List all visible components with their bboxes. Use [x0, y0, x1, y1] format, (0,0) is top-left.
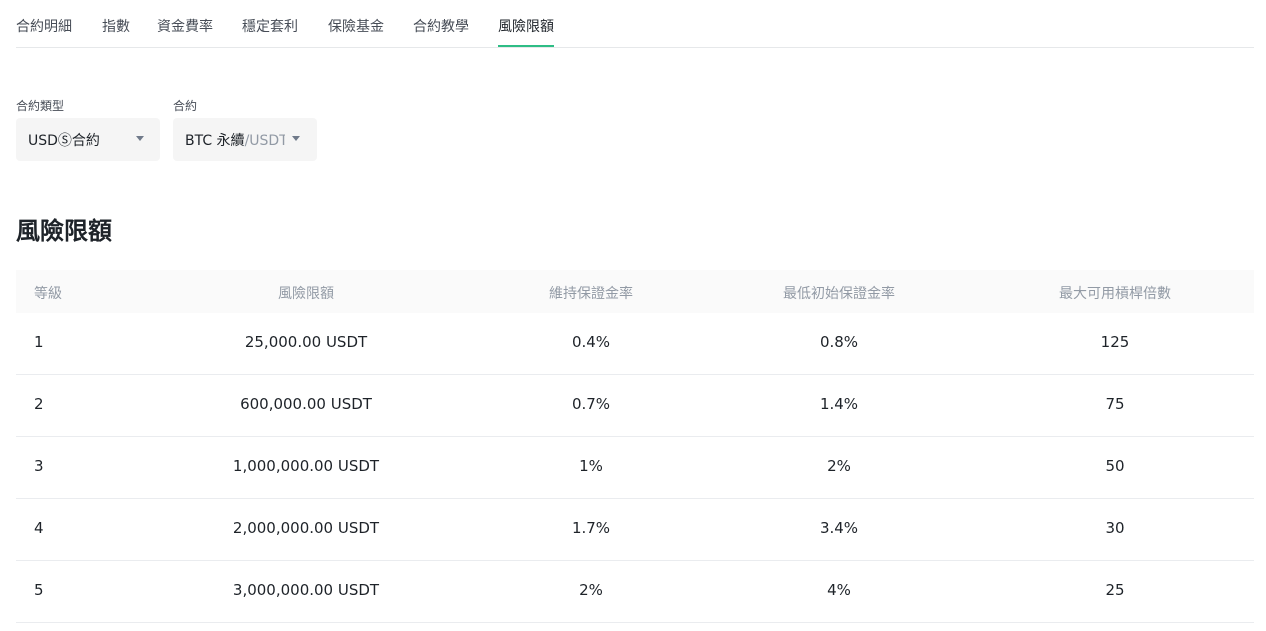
tab-bar: 合約明細 指數 資金費率 穩定套利 保險基金 合約教學 風險限額 — [16, 0, 1254, 48]
cell-min-initial-margin-rate: 4% — [827, 581, 851, 599]
contract-type-select[interactable]: USDⓈ合約 — [16, 118, 160, 161]
cell-max-leverage: 75 — [1105, 395, 1125, 413]
cell-maintenance-margin-rate: 0.4% — [571, 333, 611, 351]
table-row: 4 2,000,000.00 USDT 1.7% 3.4% 30 — [16, 499, 1254, 561]
cell-max-leverage: 30 — [1105, 519, 1125, 537]
cell-maintenance-margin-rate: 1.7% — [571, 519, 611, 537]
table-row: 5 3,000,000.00 USDT 2% 4% 25 — [16, 561, 1254, 623]
cell-risk-limit: 1,000,000.00 USDT — [232, 457, 380, 475]
header-max-leverage: 最大可用槓桿倍數 — [1059, 286, 1171, 302]
contract-type-value: USDⓈ合約 — [28, 133, 100, 149]
tab-contract-details[interactable]: 合約明細 — [16, 16, 72, 47]
contract-value-main: BTC 永續 — [185, 133, 245, 149]
contract-label: 合約 — [173, 99, 198, 113]
cell-level: 5 — [34, 581, 44, 599]
cell-maintenance-margin-rate: 2% — [579, 581, 603, 599]
cell-level: 4 — [34, 519, 44, 537]
cell-risk-limit: 3,000,000.00 USDT — [232, 581, 380, 599]
cell-min-initial-margin-rate: 2% — [827, 457, 851, 475]
header-min-initial-margin-rate: 最低初始保證金率 — [783, 286, 895, 302]
cell-maintenance-margin-rate: 1% — [579, 457, 603, 475]
table-row: 3 1,000,000.00 USDT 1% 2% 50 — [16, 437, 1254, 499]
table-row: 1 25,000.00 USDT 0.4% 0.8% 125 — [16, 313, 1254, 375]
tab-index[interactable]: 指數 — [102, 16, 130, 47]
cell-min-initial-margin-rate: 0.8% — [819, 333, 859, 351]
risk-limit-table: 等級 風險限額 維持保證金率 最低初始保證金率 最大可用槓桿倍數 1 25,00… — [16, 270, 1254, 623]
tab-risk-limit[interactable]: 風險限額 — [498, 16, 554, 47]
contract-select[interactable]: BTC 永續/USDT — [173, 118, 317, 161]
cell-max-leverage: 125 — [1100, 333, 1130, 351]
tab-funding-rate[interactable]: 資金費率 — [157, 16, 213, 47]
table-row: 2 600,000.00 USDT 0.7% 1.4% 75 — [16, 375, 1254, 437]
cell-risk-limit: 2,000,000.00 USDT — [232, 519, 380, 537]
caret-down-icon — [136, 136, 144, 141]
cell-level: 3 — [34, 457, 44, 475]
header-level: 等級 — [34, 286, 62, 302]
cell-level: 2 — [34, 395, 44, 413]
cell-level: 1 — [34, 333, 44, 351]
cell-maintenance-margin-rate: 0.7% — [571, 395, 611, 413]
contract-type-label: 合約類型 — [16, 99, 65, 113]
caret-down-icon — [292, 136, 300, 141]
cell-risk-limit: 25,000.00 USDT — [244, 333, 368, 351]
contract-value-suffix: /USDT — [244, 133, 285, 149]
cell-max-leverage: 25 — [1105, 581, 1125, 599]
tab-insurance-fund[interactable]: 保險基金 — [328, 16, 384, 47]
cell-min-initial-margin-rate: 1.4% — [819, 395, 859, 413]
section-title: 風險限額 — [16, 217, 112, 245]
cell-max-leverage: 50 — [1105, 457, 1125, 475]
cell-risk-limit: 600,000.00 USDT — [240, 395, 372, 413]
table-header: 等級 風險限額 維持保證金率 最低初始保證金率 最大可用槓桿倍數 — [16, 270, 1254, 313]
header-maintenance-margin-rate: 維持保證金率 — [549, 286, 633, 302]
header-risk-limit: 風險限額 — [278, 286, 334, 302]
tab-contract-tutorial[interactable]: 合約教學 — [413, 16, 469, 47]
tab-stable-arbitrage[interactable]: 穩定套利 — [242, 16, 298, 47]
contract-value: BTC 永續/USDT — [185, 130, 285, 150]
cell-min-initial-margin-rate: 3.4% — [819, 519, 859, 537]
